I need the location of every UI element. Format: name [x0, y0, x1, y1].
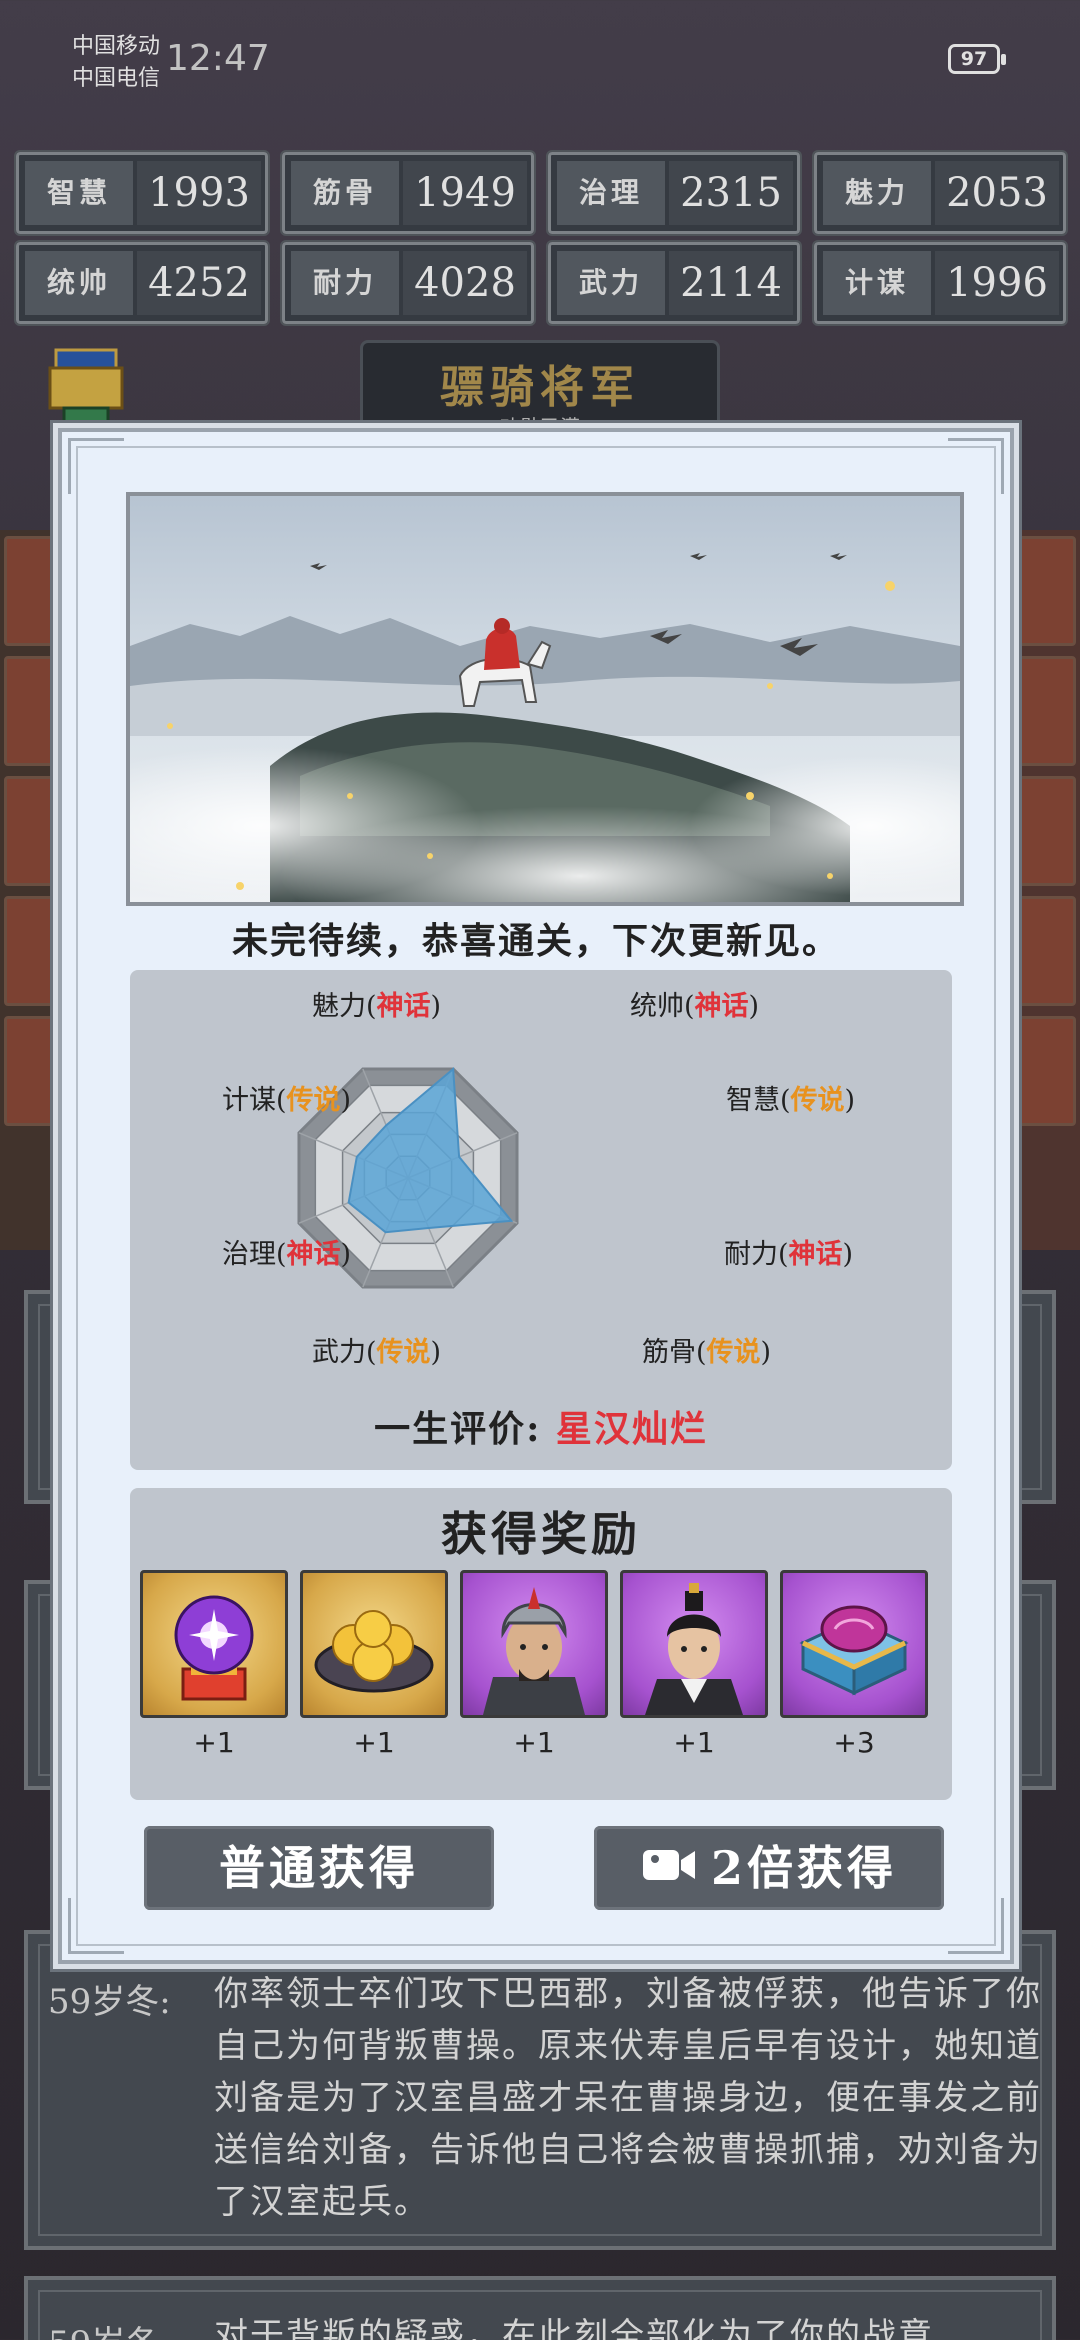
treasure-chest-icon — [780, 1570, 928, 1718]
eval-value: 星汉灿烂 — [555, 1408, 708, 1450]
corner-ornament — [948, 1898, 1004, 1954]
radar-label-strategy: 计谋(传说) — [222, 1085, 352, 1116]
reward-count: +1 — [353, 1726, 395, 1759]
corner-ornament — [68, 1898, 124, 1954]
normal-claim-label: 普通获得 — [219, 1841, 419, 1895]
eval-label: 一生评价: — [374, 1408, 556, 1450]
ending-modal: 未完待续，恭喜通关，下次更新见。 统帅(神话) 智慧(传说) 耐力(神话) 筋骨… — [58, 428, 1014, 1964]
reward-item[interactable]: +1 — [460, 1570, 608, 1759]
normal-claim-button[interactable]: 普通获得 — [144, 1826, 494, 1910]
reward-item[interactable]: +3 — [780, 1570, 928, 1759]
reward-item[interactable]: +1 — [620, 1570, 768, 1759]
radar-label-endurance: 耐力(神话) — [724, 1239, 854, 1270]
life-evaluation: 一生评价: 星汉灿烂 — [130, 1400, 952, 1452]
reward-count: +1 — [193, 1726, 235, 1759]
attribute-radar-panel: 统帅(神话) 智慧(传说) 耐力(神话) 筋骨(传说) 武力(传说) 治理(神话… — [130, 970, 952, 1470]
corner-ornament — [948, 438, 1004, 494]
crystal-ball-icon — [140, 1570, 288, 1718]
scholar-portrait — [620, 1570, 768, 1718]
radar-label-physique: 筋骨(传说) — [642, 1337, 772, 1368]
radar-label-charm: 魅力(神话) — [312, 991, 442, 1022]
reward-count: +1 — [513, 1726, 555, 1759]
double-claim-label: 2倍获得 — [710, 1841, 897, 1895]
attribute-radar-chart — [297, 1066, 519, 1289]
corner-ornament — [68, 438, 124, 494]
ending-scene-image — [126, 492, 964, 906]
golden-buns-icon — [300, 1570, 448, 1718]
radar-label-governance: 治理(神话) — [222, 1239, 352, 1270]
reward-title: 获得奖励 — [441, 1507, 641, 1561]
radar-label-martial: 武力(传说) — [312, 1337, 442, 1368]
reward-count: +1 — [673, 1726, 715, 1759]
reward-item[interactable]: +1 — [300, 1570, 448, 1759]
radar-label-command: 统帅(神话) — [630, 991, 760, 1022]
radar-label-wisdom: 智慧(传说) — [726, 1085, 856, 1116]
video-camera-icon — [641, 1826, 697, 1910]
ending-message: 未完待续，恭喜通关，下次更新见。 — [231, 920, 840, 962]
double-claim-button[interactable]: 2倍获得 — [594, 1826, 944, 1910]
reward-count: +3 — [833, 1726, 875, 1759]
reward-panel: 获得奖励 +1 +1 +1 +1 +3 — [130, 1488, 952, 1800]
reward-item[interactable]: +1 — [140, 1570, 288, 1759]
armored-general-portrait — [460, 1570, 608, 1718]
